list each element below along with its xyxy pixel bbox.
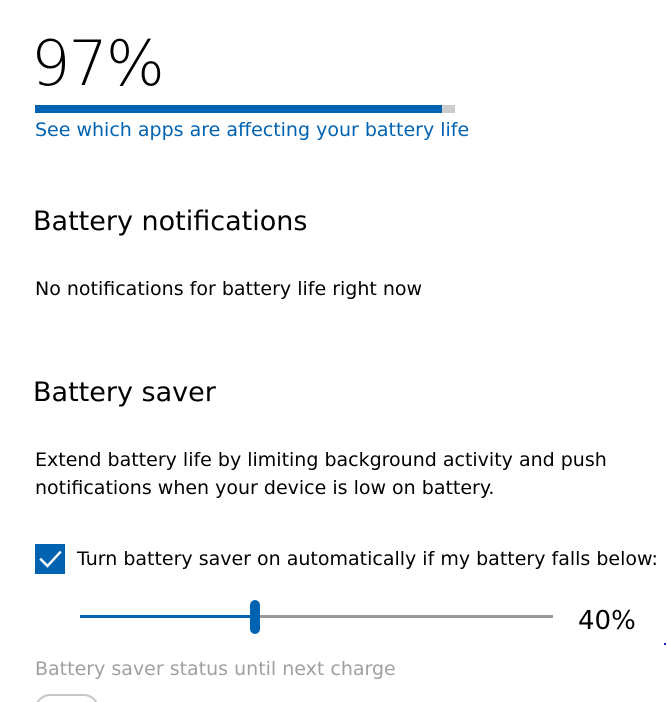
battery-apps-link[interactable]: See which apps are affecting your batter… [35, 117, 469, 143]
battery-saver-auto-checkbox[interactable] [35, 544, 65, 574]
battery-notifications-status: No notifications for battery life right … [35, 278, 423, 300]
battery-saver-threshold-value: 40% [578, 606, 636, 636]
battery-saver-auto-label: Turn battery saver on automatically if m… [77, 548, 658, 570]
battery-saver-status-toggle[interactable] [35, 694, 99, 702]
checkmark-icon [39, 550, 62, 568]
stray-pixel [664, 643, 666, 645]
battery-settings-page: 97% See which apps are affecting your ba… [0, 0, 667, 702]
battery-level-bar [35, 105, 455, 113]
slider-thumb[interactable] [250, 600, 260, 634]
battery-saver-status-label: Battery saver status until next charge [35, 658, 396, 680]
battery-saver-description: Extend battery life by limiting backgrou… [35, 449, 607, 499]
slider-fill [80, 615, 255, 618]
battery-saver-threshold-slider[interactable] [80, 600, 553, 634]
battery-notifications-heading: Battery notifications [33, 206, 308, 237]
battery-percentage: 97% [31, 27, 165, 100]
battery-level-bar-fill [35, 105, 443, 113]
battery-saver-heading: Battery saver [33, 377, 216, 408]
